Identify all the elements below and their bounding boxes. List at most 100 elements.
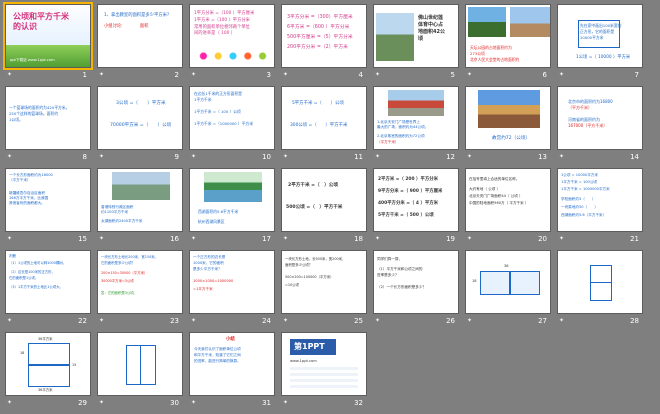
slide-thumbnail-23[interactable]: 一块长方形土地长200米，宽150米。 它的面积是多少公顷？ 200×150=3…	[97, 250, 183, 329]
slide-thumbnail-32[interactable]: 第1PPT www.1ppt.com ✦ 32	[281, 332, 367, 411]
slide-number: ✦ 13	[465, 150, 551, 164]
slide-thumbnail-4[interactable]: 3平方分米 =（300）平方厘米 6平方米 =（600 ）平方分米 500平方厘…	[281, 4, 367, 83]
transition-icon: ✦	[99, 399, 105, 406]
slide-thumbnail-20[interactable]: 在括号里填上合适的单位名称。 大约有地（ 公顷 ） 北京天安门广场面积44（ 公…	[465, 168, 551, 247]
slide-thumbnail-27[interactable]: 18 36 ✦ 27	[465, 250, 551, 329]
slide-canvas: 18 36	[465, 250, 551, 314]
slide-text-2: 500公顷 =（ ）平方千米	[286, 205, 343, 210]
slide-text-2: 300公顷 =（ ）平方千米	[290, 123, 348, 128]
slide-text-1: 3公顷 =（ ）平方米	[116, 101, 166, 106]
slide-text-1: 在边长1千米的正方形面积是	[194, 91, 242, 96]
slide-thumbnail-22[interactable]: 判断 （1）1公顷的土地可以种1000棵树。 （2）边长是100米的正方形， 它…	[5, 250, 91, 329]
slide-number: ✦ 10	[189, 150, 275, 164]
slide-text-1: 5平方千米 =（ ）公顷	[292, 101, 344, 106]
slide-thumbnail-9[interactable]: 3公顷 =（ ）平方米 70000平方米 =（ ）公顷 ✦ 9	[97, 86, 183, 165]
slide-text-4: （2）一个长方形面积是多少？	[377, 285, 427, 289]
transition-icon: ✦	[99, 235, 105, 242]
slide-thumbnail-10[interactable]: 在边长1千米的正方形面积是 1平方千米 1平方千米 =（ 100 ）公顷 1平方…	[189, 86, 275, 165]
slide-number: ✦ 14	[557, 150, 643, 164]
westlake-photo	[204, 172, 262, 202]
rectangle-shape	[590, 265, 612, 301]
slide-number: ✦ 11	[281, 150, 367, 164]
slide-text-2: （1）平方千米和公顷之间的	[377, 267, 423, 271]
slide-canvas: 一块长方形土地，长500米，宽200米， 面积是多少公顷？ 500×200=10…	[281, 250, 367, 314]
slide-sorter-grid: 公顷和平方千米 的认识 ppt下载站 www.1ppt.com ✦ 1 1、拿出教…	[3, 2, 655, 414]
slide-thumbnail-31[interactable]: 小结 今天我们认识了面积单位公顷 和平方千米，知道了它们之间 的进率，能进行简单…	[189, 332, 275, 411]
slide-thumbnail-2[interactable]: 1、拿出教室的面积是多少平方米? 小组讨论: 面积 ✦ 2	[97, 4, 183, 83]
slide-number: ✦ 18	[281, 232, 367, 246]
slide-thumbnail-26[interactable]: 同学们算一算， （1）平方千米和公顷之间的 进率是多少？ （2）一个长方形面积是…	[373, 250, 459, 329]
slide-canvas: 天坛公园的占地面积约为 273公顷 北京人民大会堂的占地面积约	[465, 4, 551, 68]
dimension-label-1: 18	[20, 351, 25, 355]
transition-icon: ✦	[7, 235, 13, 242]
transition-icon: ✦	[99, 317, 105, 324]
slide-text-1: 西湖面积约5.6平方千米	[198, 209, 239, 214]
slide-text-1: 在括号里填上合适的单位名称。	[469, 177, 520, 181]
slide-text-3: 2.北京故宫的面积约为72公顷	[377, 134, 425, 138]
slide-thumbnail-28[interactable]: ✦ 28	[557, 250, 643, 329]
slide-number: ✦ 32	[281, 396, 367, 410]
slide-thumbnail-30[interactable]: ✦ 30	[97, 332, 183, 411]
slide-text-3: 常用的面积单位相邻两个单位	[194, 25, 250, 30]
slide-text-2: 今天我们认识了面积单位公顷	[194, 347, 241, 351]
slide-row: 一个篮球场的面积约为420平方米。 250个这样的篮球场。面积约 1公顷。 ✦ 8…	[5, 86, 655, 165]
slide-canvas: 西湖面积约5.6平方千米 杭州西湖风景区	[189, 168, 275, 232]
flowers-image	[196, 49, 270, 63]
slide-thumbnail-14[interactable]: 北京市的面积约为16800 （平方千米） 河南省的面积约为 167000（平方千…	[557, 86, 643, 165]
slide-number: ✦ 25	[281, 314, 367, 328]
slide-row: 公顷和平方千米 的认识 ppt下载站 www.1ppt.com ✦ 1 1、拿出教…	[3, 2, 655, 83]
slide-text-2: 面积是多少公顷？	[285, 263, 313, 267]
slide-thumbnail-12[interactable]: 1.北京天安门广场是世界上 最大的广场，面积约为44公顷。 2.北京故宫的面积约…	[373, 86, 459, 165]
slide-thumbnail-15[interactable]: 一个长方形面积约为16000 （平方千米） 新疆维吾尔自治区面积 166万平方千…	[5, 168, 91, 247]
slide-text-4: （平方千米）	[377, 140, 399, 144]
slide-thumbnail-7[interactable]: 先在家中画出100米宽的 正方形，它的面积是 10000平方米 1公顷 =（ 1…	[557, 4, 643, 83]
slide-thumbnail-25[interactable]: 一块长方形土地，长500米，宽200米， 面积是多少公顷？ 500×200=10…	[281, 250, 367, 329]
slide-thumbnail-16[interactable]: 香港特别行政区面积 约1100平方千米 太湖面积约2400平方千米 ✦ 16	[97, 168, 183, 247]
slide-thumbnail-21[interactable]: 1公顷 = 10000平方米 1平方千米 = 100公顷 1平方千米 = 100…	[557, 168, 643, 247]
slide-thumbnail-18[interactable]: 2平方千米 =（ ）公顷 500公顷 =（ ）平方千米 ✦ 18	[281, 168, 367, 247]
slide-canvas: 1公顷 = 10000平方米 1平方千米 = 100公顷 1平方千米 = 100…	[557, 168, 643, 232]
slide-thumbnail-6[interactable]: 天坛公园的占地面积约为 273公顷 北京人民大会堂的占地面积约 ✦ 6	[465, 4, 551, 83]
slide-text-3: 北京天安门广场面积44（ 公顷 ）	[469, 194, 523, 198]
divider-line	[590, 282, 611, 283]
slide-canvas: 一块长方形土地长200米，宽150米。 它的面积是多少公顷？ 200×150=3…	[97, 250, 183, 314]
slide-canvas: 2平方千米 =（ ）公顷 500公顷 =（ ）平方千米	[281, 168, 367, 232]
slide-text-3: 500×200=100000（平方米）	[285, 275, 334, 279]
slide-text-2: 70000平方米 =（ ）公顷	[110, 123, 172, 128]
slide-thumbnail-8[interactable]: 一个篮球场的面积约为420平方米。 250个这样的篮球场。面积约 1公顷。 ✦ 8	[5, 86, 91, 165]
slide-row: 一个长方形面积约为16000 （平方千米） 新疆维吾尔自治区面积 166万平方千…	[5, 168, 655, 247]
tiananmen-photo	[388, 90, 444, 116]
slide-thumbnail-3[interactable]: 1平方分米 =（100 ）平方厘米 1平方米 =（100 ）平方分米 常用的面积…	[189, 4, 275, 83]
slide-thumbnail-19[interactable]: 2平方米 =（ 200 ）平方分米 9平方分米 =（ 900 ）平方厘米 400…	[373, 168, 459, 247]
transition-icon: ✦	[375, 317, 381, 324]
area-label-1: 36平方米	[38, 337, 53, 341]
slide-text-5: =1平方千米	[193, 287, 213, 291]
slide-text-3: 1平方千米 = 1000000平方米	[561, 187, 610, 191]
slide-number: ✦ 23	[97, 314, 183, 328]
slide-text-1: 北京市的面积约为16800	[568, 99, 613, 104]
slide-canvas: 北京市的面积约为16800 （平方千米） 河南省的面积约为 167000（平方千…	[557, 86, 643, 150]
rectangle-top	[28, 343, 70, 365]
slide-text-2: （1）1公顷的土地可以种1000棵树。	[9, 261, 67, 265]
transition-icon: ✦	[7, 317, 13, 324]
slide-thumbnail-29[interactable]: 36平方米 18 15 36平方米 ✦ 29	[5, 332, 91, 411]
slide-text-2: 它的面积是多少公顷？	[101, 261, 135, 265]
slide-text-1: 先在家中画出100米宽的	[580, 23, 622, 28]
slide-canvas: 2平方米 =（ 200 ）平方分米 9平方分米 =（ 900 ）平方厘米 400…	[373, 168, 459, 232]
slide-thumbnail-5[interactable]: 佛山世纪莲 体育中心占 地面积42公 顷 ✦ 5	[373, 4, 459, 83]
slide-text-4: 的进率，能进行简单的换算。	[194, 359, 241, 363]
slide-text-3: 200×150=30000（平方米）	[101, 271, 148, 275]
slide-text-1: 2平方米 =（ 200 ）平方分米	[378, 177, 439, 182]
slide-thumbnail-11[interactable]: 5平方千米 =（ ）公顷 300公顷 =（ ）平方千米 ✦ 11	[281, 86, 367, 165]
slide-thumbnail-13[interactable]: 故宫约72（公顷） ✦ 13	[465, 86, 551, 165]
slide-canvas: 公顷和平方千米 的认识 ppt下载站 www.1ppt.com	[3, 2, 93, 70]
slide-thumbnail-1[interactable]: 公顷和平方千米 的认识 ppt下载站 www.1ppt.com ✦ 1	[3, 2, 93, 83]
grass-image	[6, 45, 90, 67]
slide-number: ✦ 24	[189, 314, 275, 328]
slide-number: ✦ 28	[557, 314, 643, 328]
slide-thumbnail-24[interactable]: 一个正方形的边长是 1000米，它的面积 是多少平方千米？ 1000×1000=…	[189, 250, 275, 329]
slide-canvas	[557, 250, 643, 314]
stadium-photo	[376, 13, 414, 61]
slide-thumbnail-17[interactable]: 西湖面积约5.6平方千米 杭州西湖风景区 ✦ 17	[189, 168, 275, 247]
slide-text-6: 西湖面积约5.6（平方千米）	[561, 213, 607, 217]
